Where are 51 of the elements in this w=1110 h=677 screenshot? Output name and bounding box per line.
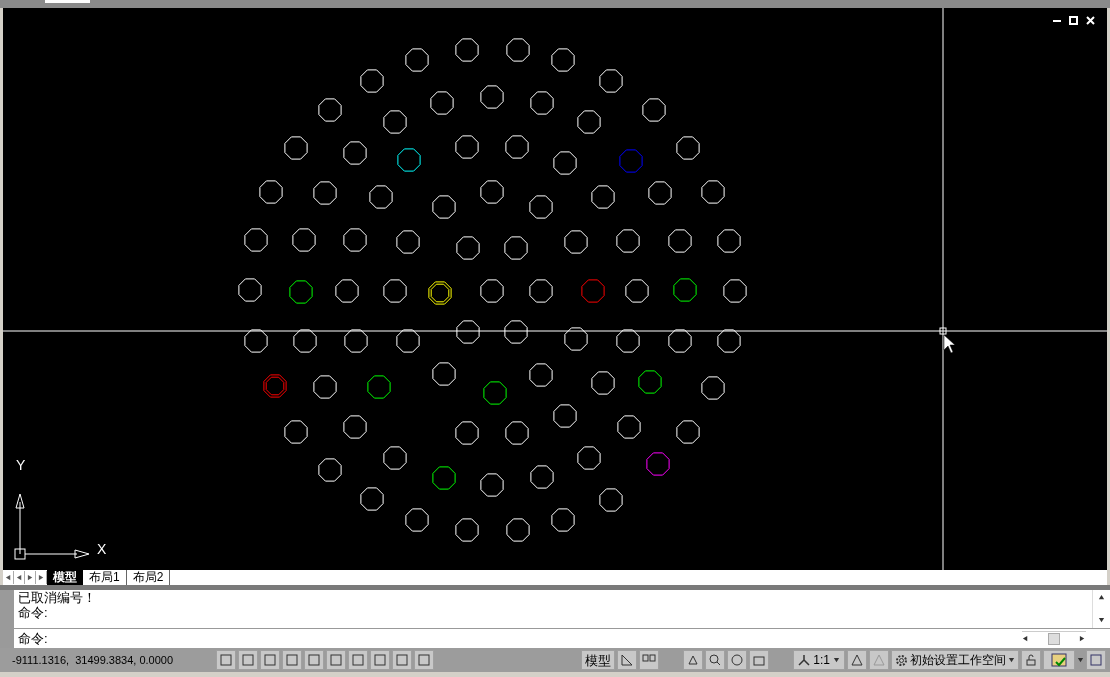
grid-button[interactable] (238, 650, 258, 670)
command-history-line: 命令: (18, 605, 49, 620)
steering-wheel-button[interactable] (727, 650, 748, 670)
scroll-left-icon[interactable] (1022, 635, 1029, 643)
drawing-canvas[interactable]: Y X (3, 8, 1107, 570)
caret-icon (833, 656, 840, 664)
scrollbar-thumb[interactable] (1048, 632, 1060, 645)
restore-icon[interactable] (1069, 16, 1078, 25)
dyn-button[interactable] (370, 650, 390, 670)
caret-icon[interactable] (1077, 656, 1084, 664)
snap-button[interactable] (216, 650, 236, 670)
layout-tab[interactable]: 模型 (47, 570, 83, 585)
workspace-button[interactable]: 初始设置工作空间 (891, 650, 1019, 670)
model-button[interactable]: 模型 (581, 650, 616, 670)
x-axis-label: X (97, 542, 107, 556)
close-icon[interactable] (1086, 16, 1095, 25)
horizontal-scrollbar[interactable] (1022, 631, 1086, 646)
tray-settings-button[interactable] (1043, 650, 1075, 670)
polar-button[interactable] (282, 650, 302, 670)
lock-icon (1025, 654, 1037, 666)
pan-button[interactable] (683, 650, 704, 670)
tray-settings-icon (1051, 653, 1067, 667)
annotation-visibility-icon (851, 654, 863, 666)
command-history-line: 已取消编号！ (18, 590, 97, 605)
scroll-up-icon[interactable] (1098, 594, 1105, 601)
lineweight-button[interactable] (392, 650, 412, 670)
coordinates-readout: -9111.1316, 31499.3834, 0.0000 (11, 652, 175, 668)
annotation-scale-icon (798, 654, 811, 666)
osnap-button[interactable] (304, 650, 324, 670)
otrack-button[interactable] (326, 650, 346, 670)
minimize-icon[interactable] (1053, 19, 1061, 22)
layout-icon (621, 654, 634, 666)
layout-button[interactable] (617, 650, 638, 670)
quick-properties-button[interactable] (414, 650, 434, 670)
showmotion-button[interactable] (749, 650, 770, 670)
ortho-button[interactable] (260, 650, 280, 670)
ducs-button[interactable] (348, 650, 368, 670)
caret-icon (1008, 656, 1015, 664)
zoom-button[interactable] (705, 650, 726, 670)
lock-button[interactable] (1021, 650, 1041, 670)
annotation-scale-button[interactable]: 1:1 (793, 650, 845, 670)
zoom-icon (709, 654, 722, 666)
command-prompt[interactable]: 命令: (14, 628, 1022, 648)
y-axis-label: Y (16, 458, 26, 472)
scroll-down-icon[interactable] (1098, 616, 1105, 624)
gear-icon (895, 653, 908, 667)
auto-scale-icon (873, 654, 885, 666)
clean-screen-icon (1090, 654, 1102, 666)
scroll-right-icon[interactable] (1079, 635, 1086, 643)
clean-screen-button[interactable] (1086, 650, 1106, 670)
annotation-visibility-button[interactable] (847, 650, 867, 670)
